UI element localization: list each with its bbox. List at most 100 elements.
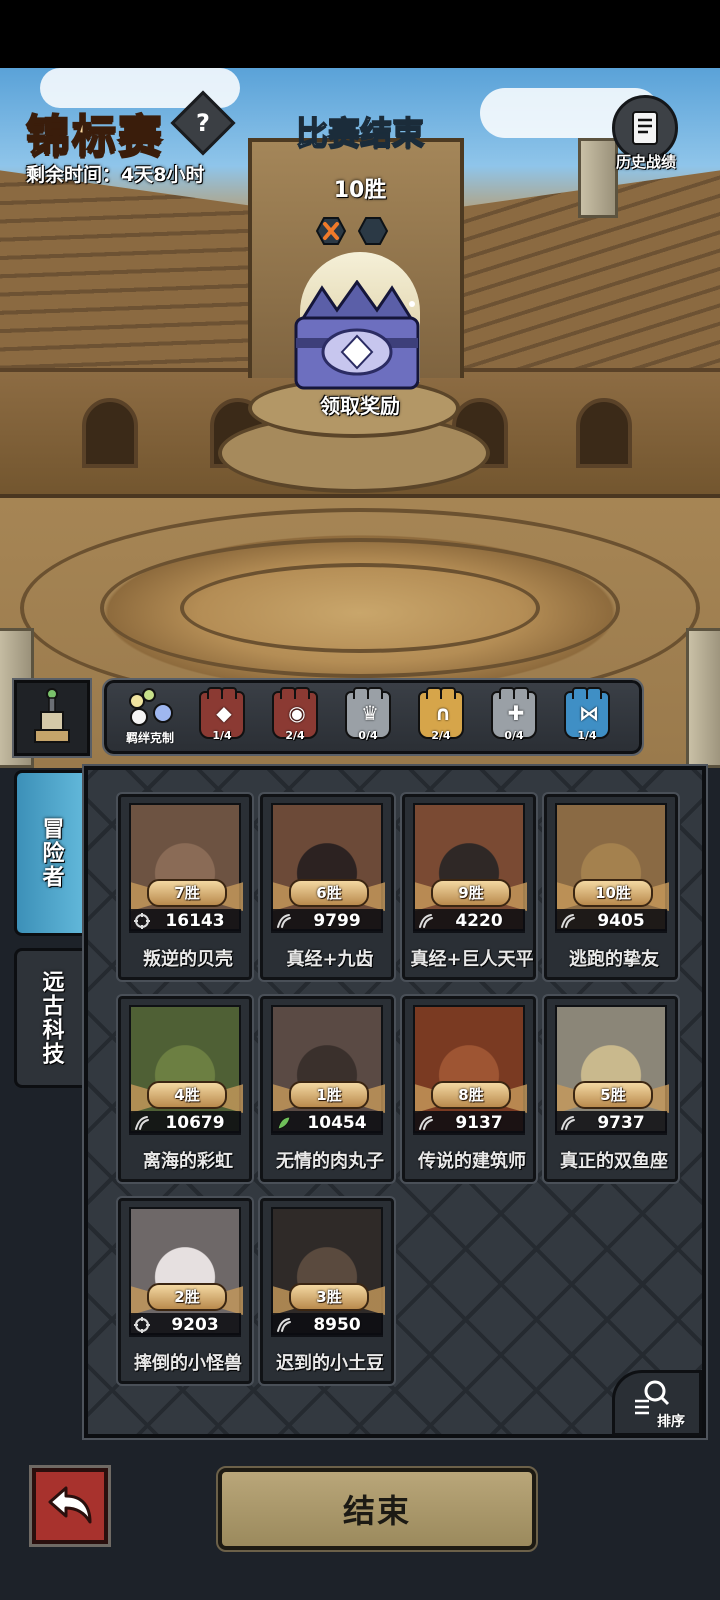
hero-card[interactable]: 10胜 9405 逃跑的挚友 <box>542 792 680 982</box>
hero-power-row: 4220 <box>413 909 525 933</box>
shield-cross-icon: ✚ <box>507 701 525 725</box>
hero-name: 迟到的小土豆 <box>276 1353 384 1374</box>
bond-count: 2/4 <box>431 729 451 742</box>
bond-counter-button[interactable]: 羁绊克制 <box>115 687 185 751</box>
bond-item[interactable]: ✚ 0/4 <box>489 687 539 745</box>
scroll-icon <box>632 111 658 145</box>
sort-label: 排序 <box>657 1414 685 1430</box>
hero-power-row: 10679 <box>129 1111 241 1135</box>
hero-card[interactable]: 8胜 9137 传说的建筑师 <box>400 994 538 1184</box>
end-button[interactable]: 结束 <box>216 1466 538 1552</box>
hero-card[interactable]: 7胜 16143 叛逆的贝壳 <box>116 792 254 982</box>
crystal-icon: ◆ <box>216 701 232 725</box>
leaf-claw-icon <box>277 1116 291 1130</box>
hero-power: 10679 <box>165 1113 225 1133</box>
bond-count: 1/4 <box>577 729 597 742</box>
question-icon: ? <box>196 108 210 137</box>
hero-power: 8950 <box>313 1315 361 1335</box>
sort-button[interactable]: 排序 <box>612 1370 702 1436</box>
hero-power: 16143 <box>165 911 225 931</box>
treasure-chest-icon[interactable] <box>282 280 432 395</box>
hero-wins-badge: 6胜 <box>289 879 369 907</box>
remaining-time: 剩余时间：4天8小时 <box>26 164 205 186</box>
arch <box>82 398 138 468</box>
claw-icon <box>135 1116 149 1130</box>
hero-power-row: 9203 <box>129 1313 241 1337</box>
hero-wins-badge: 2胜 <box>147 1283 227 1311</box>
hero-name: 真正的双鱼座 <box>560 1151 668 1172</box>
hero-card[interactable]: 5胜 9737 真正的双鱼座 <box>542 994 680 1184</box>
back-button[interactable] <box>29 1465 111 1547</box>
hero-wins-badge: 7胜 <box>147 879 227 907</box>
hero-power-row: 8950 <box>271 1313 383 1337</box>
hero-name: 叛逆的贝壳 <box>143 949 233 970</box>
hero-power: 10454 <box>307 1113 367 1133</box>
target-icon <box>134 1317 150 1333</box>
hero-wins-badge: 1胜 <box>289 1081 369 1109</box>
hero-card[interactable]: 6胜 9799 真经+九齿 <box>258 792 396 982</box>
hero-wins-badge: 3胜 <box>289 1283 369 1311</box>
match-status: 比赛结束 <box>295 113 425 153</box>
bond-counter-icon <box>129 688 173 726</box>
eye-icon: ◉ <box>288 701 306 725</box>
hero-wins-badge: 10胜 <box>573 879 653 907</box>
empty-slot-icon <box>358 217 388 245</box>
tab-ancient-tech[interactable]: 远古科技 <box>14 948 84 1088</box>
claim-reward-label[interactable]: 领取奖励 <box>290 390 430 419</box>
hero-power-row: 16143 <box>129 909 241 933</box>
claw-icon <box>277 914 291 928</box>
hero-power-row: 9137 <box>413 1111 525 1135</box>
bond-item[interactable]: ∩ 2/4 <box>416 687 466 745</box>
hero-card[interactable]: 3胜 8950 迟到的小土豆 <box>258 1196 396 1386</box>
bond-count: 0/4 <box>358 729 378 742</box>
hero-card[interactable]: 4胜 10679 离海的彩虹 <box>116 994 254 1184</box>
bond-item[interactable]: ◉ 2/4 <box>270 687 320 745</box>
arch-icon: ∩ <box>434 701 452 725</box>
claw-icon <box>277 1318 291 1332</box>
totem-button[interactable] <box>12 678 92 758</box>
hero-name: 无情的肉丸子 <box>276 1151 384 1172</box>
hero-power: 4220 <box>455 911 503 931</box>
loss-x-icon <box>316 217 346 245</box>
hero-power: 9137 <box>455 1113 503 1133</box>
hero-power: 9737 <box>597 1113 645 1133</box>
hero-wins-badge: 8胜 <box>431 1081 511 1109</box>
hero-power-row: 9799 <box>271 909 383 933</box>
hero-card[interactable]: 2胜 9203 摔倒的小怪兽 <box>116 1196 254 1386</box>
crown-spikes-icon: ♛ <box>361 701 379 725</box>
bond-item[interactable]: ♛ 0/4 <box>343 687 393 745</box>
hero-name: 离海的彩虹 <box>143 1151 233 1172</box>
tab-adventurer-label: 冒险者 <box>38 817 64 889</box>
tab-adventurer[interactable]: 冒险者 <box>14 770 84 936</box>
hero-name: 真经+巨人天平 <box>410 949 534 970</box>
hero-card[interactable]: 9胜 4220 真经+巨人天平 <box>400 792 538 982</box>
claw-icon <box>419 914 433 928</box>
hero-power-row: 9737 <box>555 1111 667 1135</box>
hero-name: 逃跑的挚友 <box>569 949 659 970</box>
arch <box>576 398 632 468</box>
bond-item[interactable]: ◆ 1/4 <box>197 687 247 745</box>
hero-name: 摔倒的小怪兽 <box>134 1353 242 1374</box>
bond-count: 0/4 <box>504 729 524 742</box>
target-icon <box>134 913 150 929</box>
hero-wins-badge: 5胜 <box>573 1081 653 1109</box>
claw-icon <box>419 1116 433 1130</box>
bond-item[interactable]: ⋈ 1/4 <box>562 687 612 745</box>
hero-name: 真经+九齿 <box>286 949 374 970</box>
history-label: 历史战绩 <box>615 153 676 171</box>
hero-power: 9405 <box>597 911 645 931</box>
arena-ring <box>180 563 540 653</box>
bowtie-icon: ⋈ <box>579 701 599 725</box>
claw-icon <box>561 914 575 928</box>
tab-ancient-tech-label: 远古科技 <box>38 970 64 1066</box>
hero-power-row: 9405 <box>555 909 667 933</box>
bond-count: 1/4 <box>212 729 232 742</box>
claw-icon <box>561 1116 575 1130</box>
hero-wins-badge: 4胜 <box>147 1081 227 1109</box>
bond-counter-label: 羁绊克制 <box>125 731 174 745</box>
hero-card[interactable]: 1胜 10454 无情的肉丸子 <box>258 994 396 1184</box>
history-button[interactable]: 历史战绩 <box>608 95 682 185</box>
totem-icon <box>34 688 70 743</box>
hero-power: 9799 <box>313 911 361 931</box>
hero-power-row: 10454 <box>271 1111 383 1135</box>
